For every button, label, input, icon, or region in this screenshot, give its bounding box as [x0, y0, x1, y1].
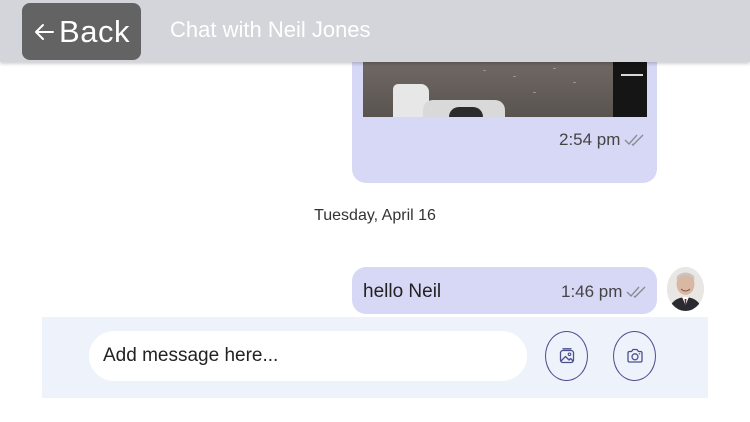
- message-meta: 2:54 pm: [559, 130, 646, 150]
- arrow-left-icon: [35, 23, 55, 40]
- camera-button[interactable]: [613, 331, 656, 381]
- message-text: hello Neil: [363, 281, 442, 302]
- back-button[interactable]: Back: [22, 3, 141, 60]
- message-photo[interactable]: [363, 62, 647, 117]
- image-message-bubble[interactable]: 2:54 pm: [352, 42, 657, 183]
- camera-icon: [626, 348, 643, 363]
- text-message-bubble[interactable]: hello Neil 1:46 pm: [352, 267, 657, 314]
- date-separator: Tuesday, April 16: [314, 207, 436, 224]
- avatar-photo: [667, 267, 704, 311]
- message-meta: 1:46 pm: [561, 282, 648, 302]
- page-title: Chat with Neil Jones: [170, 17, 371, 42]
- double-check-icon: [624, 134, 644, 146]
- back-label: Back: [59, 13, 130, 49]
- gallery-button[interactable]: [545, 331, 588, 381]
- message-time: 2:54 pm: [559, 130, 621, 149]
- message-time: 1:46 pm: [561, 282, 623, 301]
- gallery-icon: [559, 348, 574, 364]
- message-composer: [42, 317, 708, 398]
- avatar[interactable]: [667, 267, 704, 311]
- chat-header: Back Chat with Neil Jones: [0, 0, 750, 62]
- double-check-icon: [626, 286, 646, 298]
- message-input[interactable]: [89, 331, 527, 381]
